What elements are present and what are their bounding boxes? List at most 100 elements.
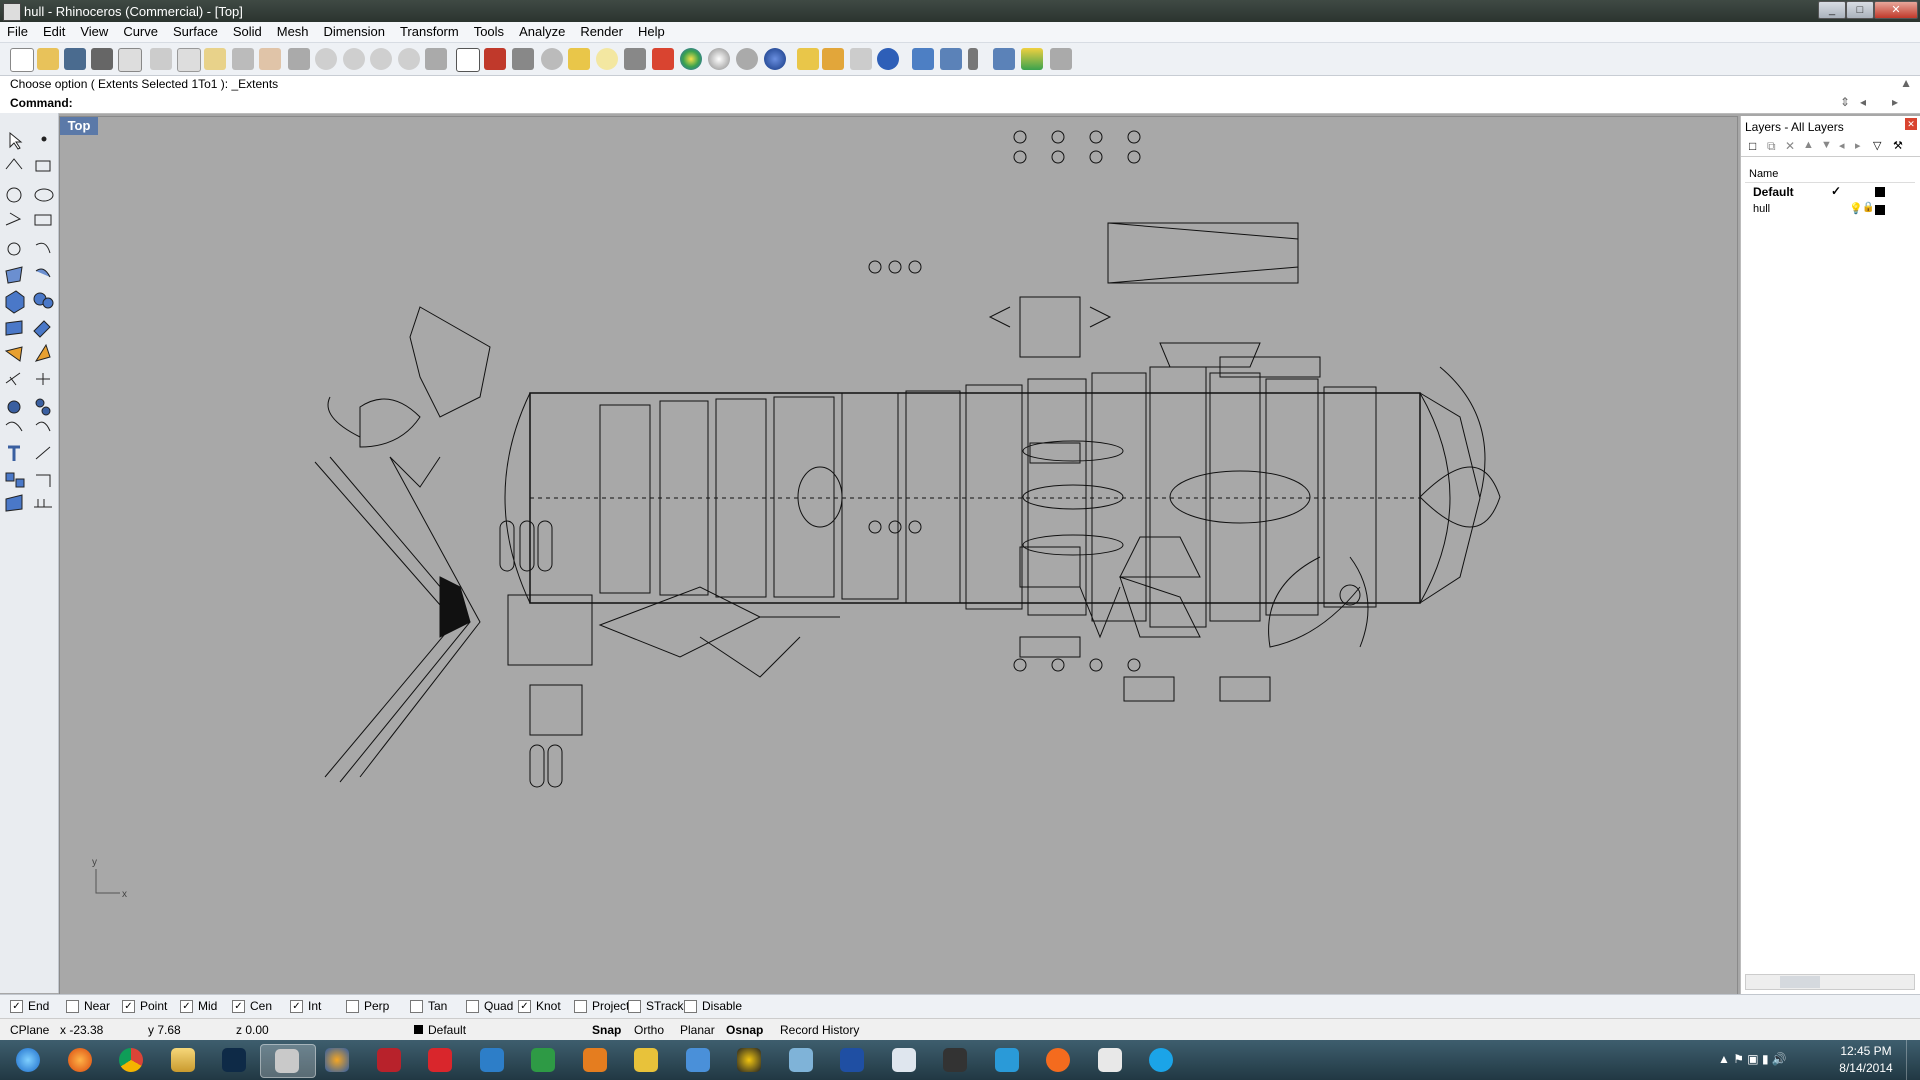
delete-layer-icon[interactable]: ✕ xyxy=(1785,139,1795,153)
command-line[interactable]: Command: ⇕ ◂ ▸ xyxy=(0,93,1920,114)
menu-transform[interactable]: Transform xyxy=(393,22,467,39)
new-layer-icon[interactable]: □ xyxy=(1749,139,1756,153)
menu-curve[interactable]: Curve xyxy=(116,22,166,39)
light-bulb-icon[interactable] xyxy=(596,48,618,70)
osnap-quad[interactable]: Quad xyxy=(466,999,513,1013)
menu-view[interactable]: View xyxy=(73,22,116,39)
osnap-checkbox[interactable]: ✓ xyxy=(518,999,531,1013)
copy-icon[interactable] xyxy=(177,48,201,72)
osnap-strack[interactable]: STrack xyxy=(628,999,684,1013)
menu-edit[interactable]: Edit xyxy=(36,22,73,39)
layers-close-icon[interactable]: ✕ xyxy=(1905,118,1917,130)
visible-bulb-icon[interactable]: 💡 xyxy=(1849,202,1863,215)
taskbar-app-dark-icon[interactable] xyxy=(929,1044,983,1076)
osnap-mid[interactable]: ✓ Mid xyxy=(180,999,217,1013)
dimension-icon[interactable] xyxy=(850,48,872,70)
taskbar-blender-icon[interactable] xyxy=(311,1044,365,1076)
car-wire-icon[interactable] xyxy=(512,48,534,70)
taskbar-calculator-icon[interactable] xyxy=(878,1044,932,1076)
command-scroll-icon[interactable]: ⇕ xyxy=(1840,95,1850,109)
osnap-point[interactable]: ✓ Point xyxy=(122,999,167,1013)
pan-hand-icon[interactable] xyxy=(259,48,281,70)
material-icon[interactable] xyxy=(652,48,674,70)
paste-icon[interactable] xyxy=(204,48,226,70)
tool-icons[interactable] xyxy=(0,121,58,561)
taskbar-rhinoceros-icon[interactable] xyxy=(259,1044,316,1078)
move-right-icon[interactable]: ▸ xyxy=(1855,139,1861,152)
new-file-icon[interactable] xyxy=(10,48,34,72)
box-icon[interactable] xyxy=(912,48,934,70)
scroll-up-icon[interactable]: ▲ xyxy=(1900,76,1912,90)
rotate-view-icon[interactable] xyxy=(288,48,310,70)
zoom-selected-icon[interactable] xyxy=(398,48,420,70)
help-icon[interactable] xyxy=(877,48,899,70)
osnap-checkbox[interactable] xyxy=(684,999,697,1013)
record-history-toggle[interactable]: Record History xyxy=(780,1023,859,1037)
grip-icon[interactable] xyxy=(968,48,978,70)
cplane-icon[interactable] xyxy=(541,48,563,70)
layers-hscrollbar[interactable] xyxy=(1745,974,1915,990)
open-file-icon[interactable] xyxy=(37,48,59,70)
move-down-icon[interactable]: ▼ xyxy=(1821,139,1832,151)
osnap-end[interactable]: ✓ End xyxy=(10,999,49,1013)
clock-time[interactable]: 12:45 PM xyxy=(1836,1044,1896,1058)
zoom-window-icon[interactable] xyxy=(343,48,365,70)
osnap-int[interactable]: ✓ Int xyxy=(290,999,321,1013)
zoom-extents-icon[interactable] xyxy=(370,48,392,70)
menu-help[interactable]: Help xyxy=(631,22,673,39)
menu-dimension[interactable]: Dimension xyxy=(317,22,393,39)
options-gear-icon[interactable] xyxy=(822,48,844,70)
print-icon[interactable] xyxy=(91,48,113,70)
render-sphere-icon[interactable] xyxy=(708,48,730,70)
osnap-checkbox[interactable]: ✓ xyxy=(290,999,303,1013)
osnap-toggle[interactable]: Osnap xyxy=(726,1023,763,1037)
menu-tools[interactable]: Tools xyxy=(467,22,512,39)
command-left-icon[interactable]: ◂ xyxy=(1860,95,1866,109)
column-name[interactable]: Name xyxy=(1749,168,1778,180)
export-icon[interactable] xyxy=(118,48,142,72)
snap-toggle[interactable]: Snap xyxy=(592,1023,621,1037)
lock-icon[interactable]: 🔒 xyxy=(1862,202,1874,213)
osnap-checkbox[interactable] xyxy=(574,999,587,1013)
osnap-checkbox[interactable] xyxy=(346,999,359,1013)
taskbar-app-red-icon[interactable] xyxy=(363,1044,417,1076)
menu-analyze[interactable]: Analyze xyxy=(512,22,573,39)
layer-color-swatch[interactable] xyxy=(1875,187,1885,197)
filter-icon[interactable]: ▽ xyxy=(1873,139,1881,152)
osnap-star-icon[interactable] xyxy=(568,48,590,70)
save-icon[interactable] xyxy=(64,48,86,70)
move-left-icon[interactable]: ◂ xyxy=(1839,139,1845,152)
undo-icon[interactable] xyxy=(232,48,254,70)
layer-color-swatch[interactable] xyxy=(1875,205,1885,215)
taskbar-app-blue-bird-icon[interactable] xyxy=(466,1044,520,1076)
osnap-checkbox[interactable] xyxy=(66,999,79,1013)
options-brush-icon[interactable] xyxy=(797,48,819,70)
taskbar-windows-start-icon[interactable] xyxy=(2,1044,56,1076)
osnap-cen[interactable]: ✓ Cen xyxy=(232,999,272,1013)
lock-icon[interactable] xyxy=(624,48,646,70)
osnap-knot[interactable]: ✓ Knot xyxy=(518,999,561,1013)
taskbar-app-yellow-icon[interactable] xyxy=(620,1044,674,1076)
layer-row[interactable]: hull 💡 🔒 xyxy=(1745,202,1915,218)
taskbar-chrome-icon[interactable] xyxy=(105,1044,159,1076)
tools-icon[interactable]: ⚒ xyxy=(1893,139,1903,152)
color-wheel-icon[interactable] xyxy=(680,48,702,70)
close-button[interactable]: ✕ xyxy=(1874,1,1918,19)
current-layer-check[interactable]: ✓ xyxy=(1831,184,1841,198)
monitor-icon[interactable] xyxy=(993,48,1015,70)
move-up-icon[interactable]: ▲ xyxy=(1803,139,1814,151)
taskbar-photoshop-icon[interactable] xyxy=(208,1044,262,1076)
car-shaded-icon[interactable] xyxy=(484,48,506,70)
layer-row[interactable]: Default ✓ xyxy=(1745,184,1915,200)
osnap-project[interactable]: Project xyxy=(574,999,629,1013)
taskbar-skype-icon[interactable] xyxy=(1135,1044,1189,1076)
taskbar-uplay-icon[interactable] xyxy=(981,1044,1035,1076)
top-viewport[interactable]: Top x y xyxy=(59,116,1738,996)
system-tray-icons[interactable]: ▲ ⚑ ▣ ▮ 🔊 xyxy=(1718,1052,1787,1066)
minimize-button[interactable]: _ xyxy=(1818,1,1846,19)
osnap-tan[interactable]: Tan xyxy=(410,999,447,1013)
osnap-checkbox[interactable] xyxy=(466,999,479,1013)
taskbar-media-player-icon[interactable] xyxy=(569,1044,623,1076)
new-sublayer-icon[interactable]: ⧉ xyxy=(1767,139,1776,154)
layout-icon[interactable] xyxy=(940,48,962,70)
